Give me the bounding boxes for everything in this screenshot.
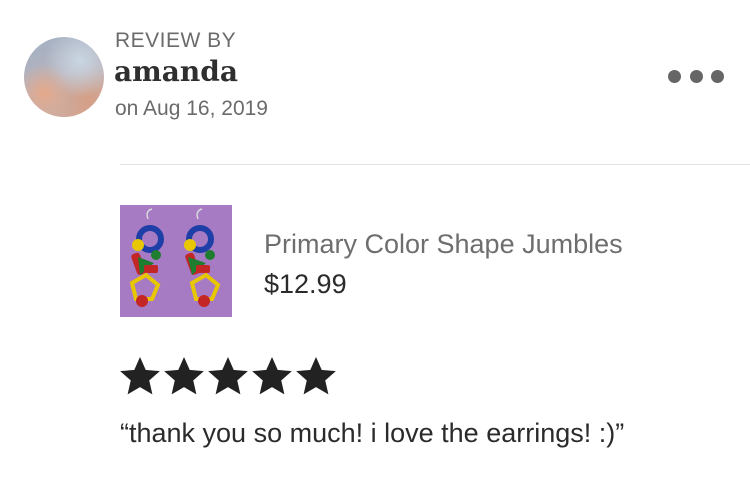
star-icon <box>296 356 336 395</box>
earrings-illustration <box>120 205 232 317</box>
divider <box>120 164 750 165</box>
product-image[interactable] <box>120 205 232 317</box>
more-horizontal-icon <box>689 69 703 83</box>
product-title[interactable]: Primary Color Shape Jumbles <box>264 229 623 260</box>
avatar[interactable] <box>24 37 104 117</box>
star-icon <box>120 356 160 395</box>
more-options-button[interactable] <box>668 64 724 88</box>
more-horizontal-icon <box>668 69 681 83</box>
star-icon <box>164 356 204 395</box>
star-icon <box>252 356 292 395</box>
reviewer-name[interactable]: amanda <box>114 55 238 88</box>
review-by-label: REVIEW BY <box>115 29 237 52</box>
star-rating <box>120 356 336 396</box>
review-date: on Aug 16, 2019 <box>115 97 268 120</box>
review-card: REVIEW BY amanda on Aug 16, 2019 Primary… <box>0 0 750 491</box>
star-icon <box>208 356 248 395</box>
product-price: $12.99 <box>264 269 347 299</box>
review-text: “thank you so much! i love the earrings!… <box>120 418 625 448</box>
more-horizontal-icon <box>711 69 724 83</box>
